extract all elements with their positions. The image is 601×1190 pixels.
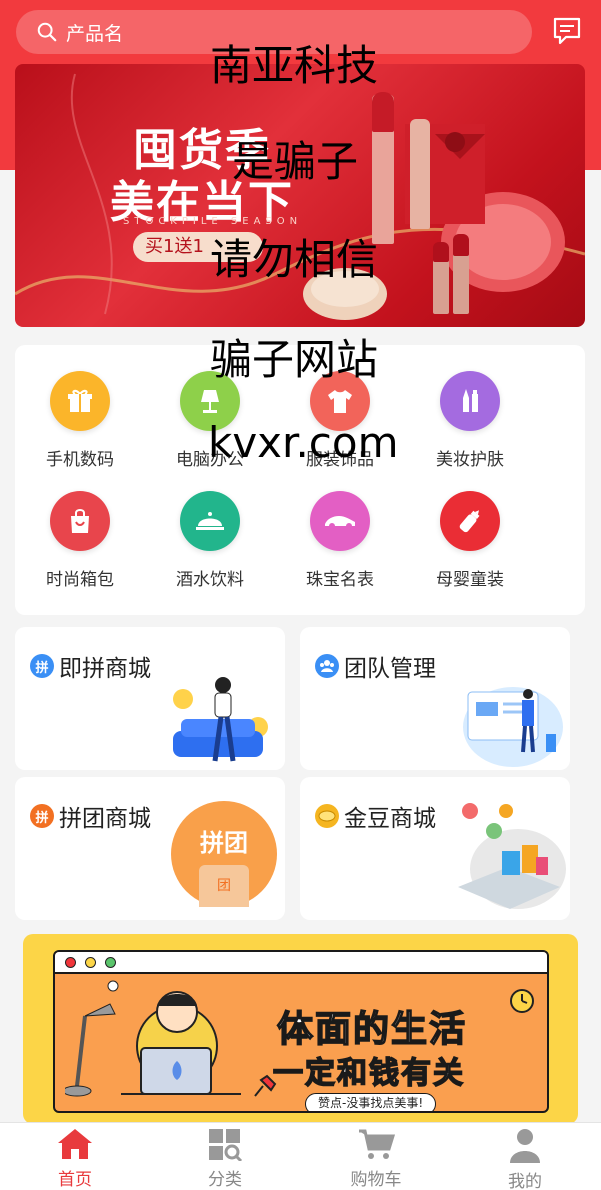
group-buy-bag-illustration: 拼团 团 bbox=[171, 801, 277, 907]
cart-icon bbox=[359, 1129, 395, 1159]
overlay-warning-line: 南亚科技 bbox=[210, 41, 379, 90]
bottle-icon bbox=[440, 491, 500, 551]
clock-icon bbox=[510, 989, 534, 1013]
promo-window: 体面的生活 一定和钱有关 赞点-没事找点美事! bbox=[53, 950, 549, 1113]
presentation-illustration bbox=[463, 687, 563, 767]
lipstick-image bbox=[433, 242, 449, 262]
category-label: 母婴童装 bbox=[436, 570, 504, 590]
shopping-map-illustration bbox=[458, 803, 566, 909]
car-icon bbox=[310, 491, 370, 551]
overlay-warning-line: 骗子网站 bbox=[210, 335, 379, 384]
window-dot-icon bbox=[85, 957, 96, 968]
promo-banner[interactable]: 囤货季 美在当下 STOCKPILE SEASON 买1送1 bbox=[15, 64, 585, 327]
window-dot-icon bbox=[105, 957, 116, 968]
pin-badge-icon: 拼 bbox=[30, 654, 54, 678]
category-jewelry-watches[interactable]: 珠宝名表 bbox=[275, 491, 405, 601]
category-label: 手机数码 bbox=[46, 450, 114, 470]
overlay-warning-line: kvxr.com bbox=[208, 418, 399, 467]
category-label: 时尚箱包 bbox=[46, 570, 114, 590]
search-placeholder: 产品名 bbox=[66, 22, 124, 45]
tab-label: 分类 bbox=[208, 1170, 242, 1190]
coin-icon bbox=[315, 804, 339, 828]
category-icon bbox=[209, 1129, 243, 1161]
person-on-sofa-illustration bbox=[173, 677, 268, 762]
category-drinks[interactable]: 酒水饮料 bbox=[145, 491, 275, 601]
tile-group-buy-mall[interactable]: 拼 拼团商城 拼团 团 bbox=[15, 777, 285, 920]
category-cosmetics[interactable]: 美妆护肤 bbox=[405, 371, 535, 481]
lifestyle-promo-banner[interactable]: 体面的生活 一定和钱有关 赞点-没事找点美事! bbox=[23, 934, 578, 1124]
tile-team-management[interactable]: 团队管理 bbox=[300, 627, 570, 770]
cosmetics-icon bbox=[440, 371, 500, 431]
team-icon bbox=[315, 654, 339, 678]
category-baby-kids[interactable]: 母婴童装 bbox=[405, 491, 535, 601]
window-dot-icon bbox=[65, 957, 76, 968]
message-icon[interactable] bbox=[552, 16, 582, 46]
pushpin-icon bbox=[254, 1074, 277, 1097]
bag-icon bbox=[50, 491, 110, 551]
lipstick-image bbox=[372, 92, 394, 132]
promo-headline: 体面的生活 bbox=[276, 1008, 468, 1051]
category-phone-digital[interactable]: 手机数码 bbox=[15, 371, 145, 481]
tile-title: 即拼商城 bbox=[59, 656, 151, 682]
tab-cart[interactable]: 购物车 bbox=[316, 1127, 436, 1190]
tile-gold-bean-mall[interactable]: 金豆商城 bbox=[300, 777, 570, 920]
category-bags[interactable]: 时尚箱包 bbox=[15, 491, 145, 601]
art-text: 拼团 bbox=[200, 829, 248, 857]
overlay-warning-line: 是骗子 bbox=[232, 137, 359, 186]
tab-label: 首页 bbox=[58, 1170, 92, 1190]
pin-badge-icon: 拼 bbox=[30, 804, 54, 828]
bottom-tab-bar: 首页 分类 购物车 我的 bbox=[0, 1122, 601, 1190]
search-icon bbox=[37, 22, 57, 42]
banner-decoration bbox=[15, 73, 585, 320]
food-cover-icon bbox=[180, 491, 240, 551]
lipstick-image bbox=[453, 234, 469, 256]
tab-category[interactable]: 分类 bbox=[165, 1127, 285, 1190]
overlay-warning-line: 请勿相信 bbox=[210, 235, 379, 284]
promo-window-bar bbox=[55, 952, 547, 974]
category-label: 美妆护肤 bbox=[436, 450, 504, 470]
home-icon bbox=[58, 1129, 92, 1159]
gift-icon bbox=[50, 371, 110, 431]
tile-title: 团队管理 bbox=[344, 656, 436, 682]
category-label: 酒水饮料 bbox=[176, 570, 244, 590]
user-icon bbox=[510, 1129, 540, 1163]
promo-subheadline: 一定和钱有关 bbox=[272, 1055, 465, 1092]
tab-home[interactable]: 首页 bbox=[15, 1127, 135, 1190]
tile-title: 金豆商城 bbox=[344, 806, 436, 832]
category-label: 珠宝名表 bbox=[306, 570, 374, 590]
tab-label: 我的 bbox=[508, 1172, 542, 1190]
promo-tagline: 赞点-没事找点美事! bbox=[305, 1093, 437, 1111]
art-sub: 团 bbox=[199, 865, 249, 907]
tab-label: 购物车 bbox=[350, 1170, 402, 1190]
lipstick-image bbox=[410, 119, 430, 229]
tab-mine[interactable]: 我的 bbox=[465, 1127, 585, 1190]
tile-title: 拼团商城 bbox=[59, 806, 151, 832]
tile-instant-group-mall[interactable]: 拼 即拼商城 bbox=[15, 627, 285, 770]
worried-person-illustration bbox=[65, 980, 241, 1097]
